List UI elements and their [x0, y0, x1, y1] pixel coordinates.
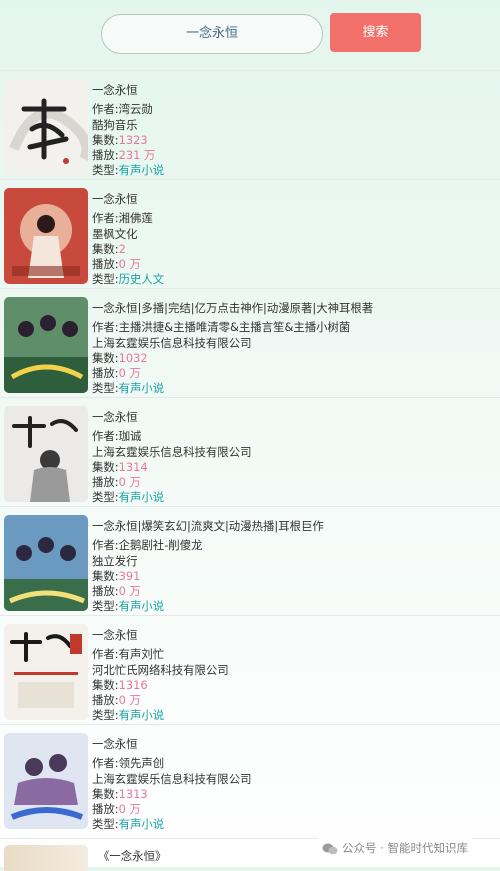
item-title: 一念永恒	[92, 628, 138, 642]
cover-image	[4, 624, 88, 720]
item-publisher: 上海玄霆娱乐信息科技有限公司	[92, 771, 252, 786]
item-episodes: 集数:1314	[92, 459, 148, 474]
item-episodes: 集数:1032	[92, 350, 148, 365]
item-author: 作者:湾云勋	[92, 102, 153, 117]
item-episodes: 集数:1316	[92, 677, 148, 692]
cover-image	[4, 188, 88, 284]
item-title: 一念永恒	[92, 192, 138, 206]
item-publisher: 上海玄霆娱乐信息科技有限公司	[92, 335, 252, 350]
item-type: 类型:有声小说	[92, 817, 165, 832]
cover-image	[4, 406, 88, 502]
item-title: 《一念永恒》	[98, 849, 167, 863]
cover-image	[4, 297, 88, 393]
list-item[interactable]: 一念永恒|爆笑玄幻|流爽文|动漫热播|耳根巨作 作者:企鹅剧社-削傻龙 独立发行…	[0, 506, 500, 615]
item-author: 作者:有声刘忙	[92, 647, 165, 662]
item-title: 一念永恒|爆笑玄幻|流爽文|动漫热播|耳根巨作	[92, 519, 324, 533]
item-type: 类型:有声小说	[92, 490, 165, 505]
watermark-text: 公众号 · 智能时代知识库	[342, 841, 468, 855]
item-type: 类型:有声小说	[92, 708, 165, 723]
item-author: 作者:领先声创	[92, 756, 165, 771]
item-author: 作者:湘佛莲	[92, 211, 153, 226]
item-author: 作者:主播洪捷&主播唯清零&主播言笙&主播小树菌	[92, 320, 351, 335]
list-item[interactable]: 一念永恒 作者:湘佛莲 墨枫文化 集数:2 播放:0 万 类型:历史人文	[0, 179, 500, 288]
item-title: 一念永恒	[92, 737, 138, 751]
item-publisher: 酷狗音乐	[92, 117, 138, 132]
item-type: 类型:历史人文	[92, 272, 165, 287]
search-bar: 一念永恒 搜索	[0, 0, 500, 68]
item-author: 作者:企鹅剧社-削傻龙	[92, 538, 203, 553]
item-episodes: 集数:2	[92, 241, 126, 256]
item-type: 类型:有声小说	[92, 163, 165, 178]
item-plays: 播放:0 万	[92, 366, 141, 381]
item-author: 作者:珈诚	[92, 429, 142, 444]
item-publisher: 河北忙氏网络科技有限公司	[92, 662, 229, 677]
cover-image	[4, 845, 88, 871]
list-item[interactable]: 一念永恒 作者:领先声创 上海玄霆娱乐信息科技有限公司 集数:1313 播放:0…	[0, 724, 500, 834]
watermark: 公众号 · 智能时代知识库	[318, 838, 472, 858]
item-plays: 播放:0 万	[92, 257, 141, 272]
item-type: 类型:有声小说	[92, 599, 165, 614]
list-item[interactable]: 一念永恒 作者:湾云勋 酷狗音乐 集数:1323 播放:231 万 类型:有声小…	[0, 70, 500, 179]
search-button[interactable]: 搜索	[330, 13, 421, 52]
list-item[interactable]: 一念永恒|多播|完结|亿万点击神作|动漫原著|大神耳根著 作者:主播洪捷&主播唯…	[0, 288, 500, 397]
item-plays: 播放:231 万	[92, 148, 156, 163]
item-episodes: 集数:1313	[92, 786, 148, 801]
cover-image	[4, 515, 88, 611]
item-type: 类型:有声小说	[92, 381, 165, 396]
item-publisher: 独立发行	[92, 553, 138, 568]
item-plays: 播放:0 万	[92, 802, 141, 817]
item-publisher: 上海玄霆娱乐信息科技有限公司	[92, 444, 252, 459]
item-plays: 播放:0 万	[92, 475, 141, 490]
item-episodes: 集数:1323	[92, 132, 148, 147]
list-item[interactable]: 一念永恒 作者:有声刘忙 河北忙氏网络科技有限公司 集数:1316 播放:0 万…	[0, 615, 500, 724]
item-plays: 播放:0 万	[92, 584, 141, 599]
wechat-icon	[322, 843, 338, 854]
item-publisher: 墨枫文化	[92, 226, 138, 241]
search-input[interactable]: 一念永恒	[101, 14, 323, 54]
cover-image	[4, 733, 88, 829]
item-title: 一念永恒	[92, 83, 138, 97]
cover-image	[4, 79, 88, 175]
result-list: 一念永恒 作者:湾云勋 酷狗音乐 集数:1323 播放:231 万 类型:有声小…	[0, 70, 500, 834]
list-item[interactable]: 一念永恒 作者:珈诚 上海玄霆娱乐信息科技有限公司 集数:1314 播放:0 万…	[0, 397, 500, 506]
item-plays: 播放:0 万	[92, 693, 141, 708]
item-episodes: 集数:391	[92, 568, 141, 583]
item-title: 一念永恒	[92, 410, 138, 424]
item-title: 一念永恒|多播|完结|亿万点击神作|动漫原著|大神耳根著	[92, 301, 374, 315]
